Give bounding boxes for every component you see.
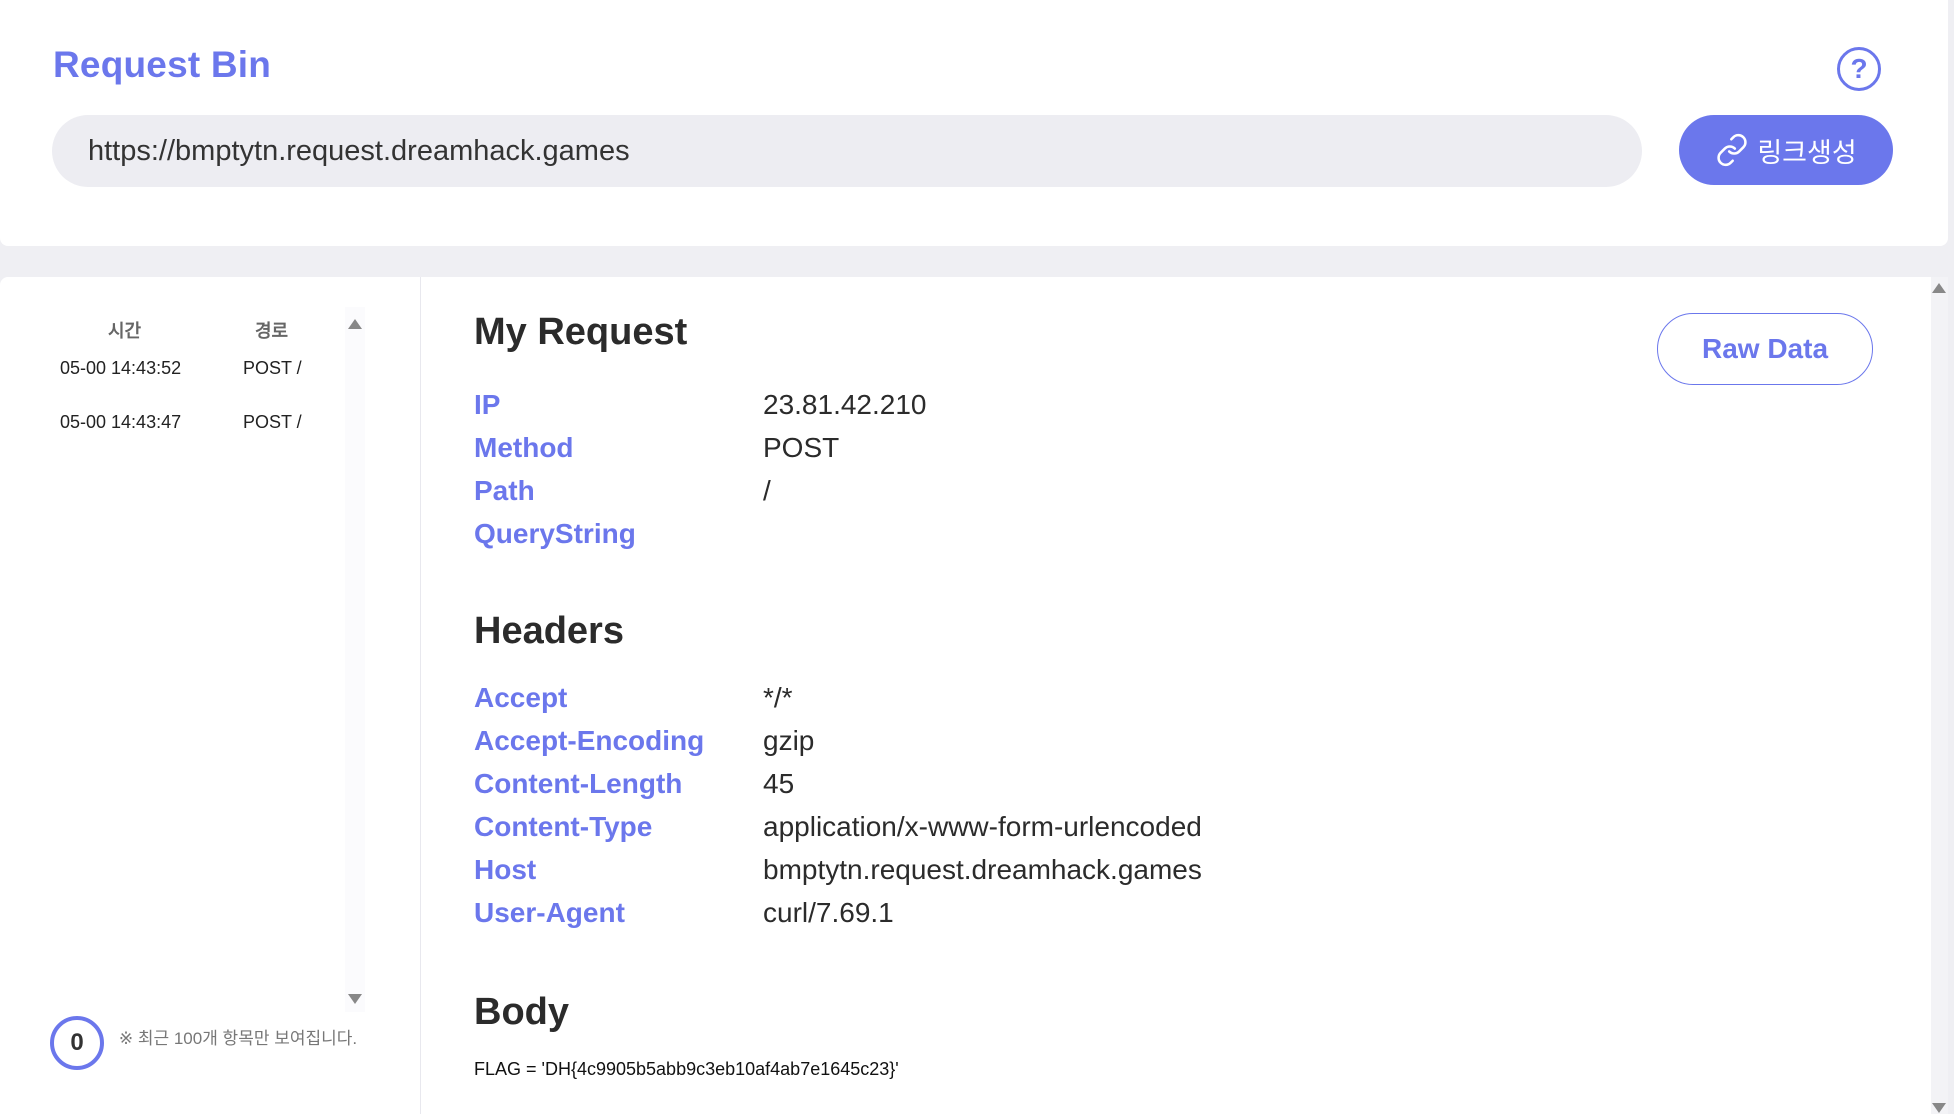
header-key: Content-Type — [474, 811, 653, 842]
field-key: IP — [474, 389, 501, 420]
page: Request Bin ? 링크생성 시간 경로 05-00 14:43:52 … — [0, 0, 1948, 1114]
triangle-down-icon[interactable] — [348, 994, 362, 1004]
header-value: curl/7.69.1 — [763, 897, 894, 928]
raw-data-button[interactable]: Raw Data — [1657, 313, 1873, 385]
header-key: Accept — [474, 682, 568, 713]
create-link-button[interactable]: 링크생성 — [1679, 115, 1893, 185]
field-key: Method — [474, 432, 574, 463]
request-field-row: Path / — [474, 475, 1574, 518]
header-value: 45 — [763, 768, 795, 799]
request-path: POST / — [243, 358, 302, 378]
request-list-item[interactable]: 05-00 14:43:47 POST / — [0, 402, 340, 442]
column-header-time: 시간 — [108, 321, 142, 341]
question-circle-icon: ? — [1850, 53, 1868, 84]
request-list-scrollbar[interactable] — [345, 307, 365, 1012]
header-row: Host bmptytn.request.dreamhack.games — [474, 854, 1574, 897]
create-link-label: 링크생성 — [1757, 137, 1857, 168]
body-title: Body — [474, 991, 569, 1033]
header-value: bmptytn.request.dreamhack.games — [763, 854, 1202, 885]
header-key: Host — [474, 854, 537, 885]
field-key: QueryString — [474, 518, 636, 549]
field-value: POST — [763, 432, 840, 463]
help-button[interactable]: ? — [1837, 47, 1881, 91]
triangle-down-icon[interactable] — [1932, 1103, 1946, 1113]
request-field-row: QueryString — [474, 518, 1574, 561]
header: Request Bin ? 링크생성 — [0, 0, 1948, 246]
app-title[interactable]: Request Bin — [53, 44, 271, 86]
header-value: gzip — [763, 725, 815, 756]
request-list-item[interactable]: 05-00 14:43:52 POST / — [0, 348, 340, 388]
list-limit-note: ※ 최근 100개 항목만 보여집니다. — [118, 1029, 358, 1048]
header-key: Accept-Encoding — [474, 725, 705, 756]
header-row: Accept-Encoding gzip — [474, 725, 1574, 768]
header-row: User-Agent curl/7.69.1 — [474, 897, 1574, 940]
field-key: Path — [474, 475, 535, 506]
request-list-panel: 시간 경로 05-00 14:43:52 POST / 05-00 14:43:… — [0, 277, 421, 1114]
headers-title: Headers — [474, 610, 624, 652]
main-panel: 시간 경로 05-00 14:43:52 POST / 05-00 14:43:… — [0, 277, 1948, 1114]
header-value: */* — [763, 682, 793, 713]
request-field-row: IP 23.81.42.210 — [474, 389, 1574, 432]
request-time: 05-00 14:43:47 — [60, 412, 182, 432]
column-header-path: 경로 — [255, 321, 289, 341]
link-icon — [1717, 133, 1747, 167]
bin-url-input[interactable] — [52, 115, 1642, 187]
my-request-title: My Request — [474, 311, 688, 353]
field-value: 23.81.42.210 — [763, 389, 927, 420]
header-row: Content-Type application/x-www-form-urle… — [474, 811, 1574, 854]
header-key: Content-Length — [474, 768, 683, 799]
request-path: POST / — [243, 412, 302, 432]
main-scrollbar[interactable] — [1931, 277, 1948, 1114]
header-row: Accept */* — [474, 682, 1574, 725]
body-content: FLAG = 'DH{4c9905b5abb9c3eb10af4ab7e1645… — [474, 1059, 899, 1079]
request-detail: Raw Data My Request IP 23.81.42.210 Meth… — [421, 277, 1931, 1114]
triangle-up-icon[interactable] — [1932, 283, 1946, 293]
header-row: Content-Length 45 — [474, 768, 1574, 811]
triangle-up-icon[interactable] — [348, 319, 362, 329]
request-count-badge: 0 — [50, 1016, 104, 1070]
request-time: 05-00 14:43:52 — [60, 358, 182, 378]
header-value: application/x-www-form-urlencoded — [763, 811, 1202, 842]
header-key: User-Agent — [474, 897, 625, 928]
request-field-row: Method POST — [474, 432, 1574, 475]
field-value: / — [763, 475, 771, 506]
